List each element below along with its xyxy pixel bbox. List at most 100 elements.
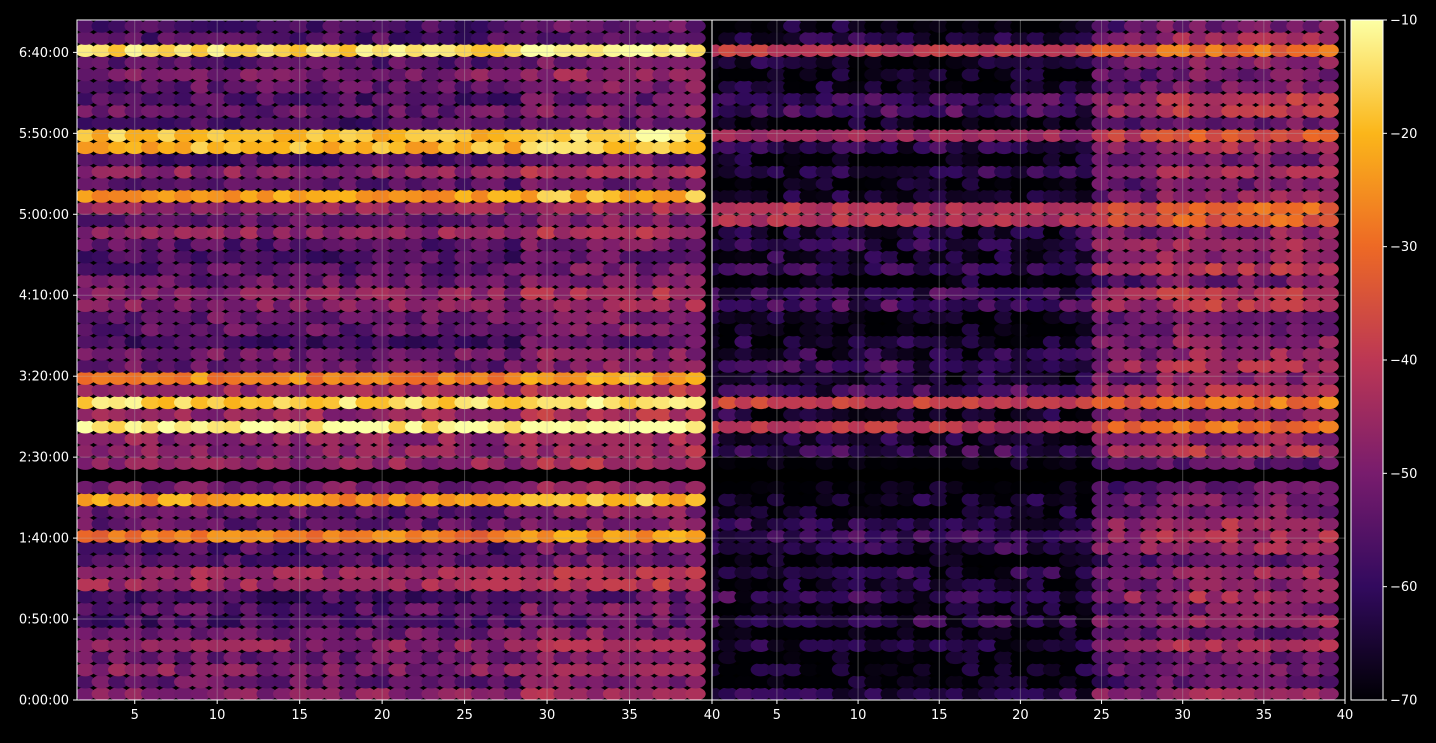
heatmap-cell (685, 201, 706, 215)
heatmap-cell (1318, 529, 1339, 543)
heatmap-cell (1318, 553, 1339, 568)
heatmap-cell (1318, 420, 1339, 434)
heatmap-cell (685, 177, 706, 191)
heatmap-cell (685, 395, 706, 410)
heatmap-cell (1318, 395, 1339, 410)
heatmap-cell (1318, 31, 1339, 45)
x-tick-label: 30 (1174, 708, 1191, 723)
left-heatmap-panel (77, 20, 706, 700)
heatmap-cell (685, 237, 706, 252)
x-tick-label: 15 (931, 708, 948, 723)
heatmap-cell (1318, 456, 1339, 470)
heatmap-cell (685, 565, 706, 580)
heatmap-cell (1318, 650, 1339, 665)
heatmap-cell (685, 626, 706, 640)
heatmap-cell (685, 590, 706, 604)
heatmap-cell (1318, 347, 1339, 361)
y-tick-label: 5:00:00 (19, 208, 69, 223)
heatmap-cell (1318, 128, 1339, 143)
heatmap-cell (1318, 492, 1339, 507)
heatmap-cell (685, 165, 706, 179)
heatmap-cell (685, 420, 706, 434)
heatmap-cell (685, 541, 706, 555)
x-tick-label: 25 (1093, 708, 1110, 723)
heatmap-cell (685, 577, 706, 592)
colorbar-tick-label: −70 (1390, 694, 1417, 709)
heatmap-cell (685, 20, 706, 33)
heatmap-cell (1318, 444, 1339, 458)
colorbar-gradient (1350, 19, 1384, 701)
heatmap-cell (1318, 383, 1339, 398)
x-tick-label: 10 (850, 708, 867, 723)
heatmap-cell (1318, 189, 1339, 203)
heatmap-cell (685, 80, 706, 94)
heatmap-cell (1318, 614, 1339, 628)
heatmap-cell (1318, 322, 1339, 337)
heatmap-cell (1318, 104, 1339, 118)
heatmap-cell (685, 152, 706, 167)
colorbar-tick-label: −30 (1390, 240, 1417, 255)
colorbar-tick-label: −40 (1390, 354, 1417, 369)
heatmap-cell (685, 638, 706, 653)
heatmap-cell (685, 92, 706, 106)
heatmap-cell (1318, 517, 1339, 531)
heatmap-cell (685, 250, 706, 264)
heatmap-cell (1318, 177, 1339, 191)
x-tick-label: 35 (1256, 708, 1273, 723)
heatmap-cell (1318, 80, 1339, 94)
heatmap-cell (685, 444, 706, 458)
y-tick-label: 2:30:00 (19, 451, 69, 466)
heatmap-cell (1318, 201, 1339, 215)
x-tick-label: 15 (291, 708, 308, 723)
x-tick-label: 30 (539, 708, 556, 723)
heatmap-cell (685, 383, 706, 398)
heatmap-cell (685, 322, 706, 337)
heatmap-cell (1318, 213, 1339, 228)
heatmap-cell (685, 335, 706, 349)
heatmap-cell (1318, 225, 1339, 240)
heatmap-cell (1318, 687, 1339, 700)
heatmap-cell (685, 517, 706, 531)
heatmap-cell (1318, 286, 1339, 300)
heatmap-cell (685, 662, 706, 677)
x-tick-label: 35 (621, 708, 638, 723)
heatmap-cell (685, 55, 706, 70)
heatmap-cell (1318, 67, 1339, 82)
y-tick-label: 0:00:00 (19, 694, 69, 709)
heatmap-cell (685, 128, 706, 143)
heatmap-cell (1318, 298, 1339, 313)
heatmap-cell (1318, 480, 1339, 495)
y-tick-label: 0:50:00 (19, 613, 69, 628)
heatmap-cell (1318, 565, 1339, 580)
heatmap-cell (1318, 20, 1339, 33)
x-tick-label: 5 (131, 708, 139, 723)
heatmap-cell (685, 262, 706, 276)
heatmap-cell (685, 225, 706, 240)
heatmap-cell (685, 432, 706, 446)
heatmap-cell (1318, 237, 1339, 252)
x-tick-label: 40 (1337, 708, 1354, 723)
heatmap-cell (685, 492, 706, 507)
heatmap-cell (1318, 165, 1339, 179)
heatmap-cell (1318, 407, 1339, 422)
heatmap-cell (685, 31, 706, 45)
heatmap-cell (685, 456, 706, 470)
heatmap-cell (685, 104, 706, 118)
heatmap-cell (1318, 152, 1339, 167)
x-tick-label: 20 (1012, 708, 1029, 723)
heatmap-cell (685, 602, 706, 616)
heatmap-cell (685, 310, 706, 325)
heatmap-cell (685, 67, 706, 82)
heatmap-cell (685, 650, 706, 665)
heatmap-cell (1318, 371, 1339, 385)
y-tick-label: 6:40:00 (19, 46, 69, 61)
y-tick-label: 3:20:00 (19, 370, 69, 385)
x-tick-label: 5 (773, 708, 781, 723)
heatmap-cell (1318, 310, 1339, 325)
heatmap-cell (685, 480, 706, 495)
heatmap-cell (1318, 602, 1339, 616)
heatmap-cell (685, 553, 706, 568)
heatmap-cell (1318, 335, 1339, 349)
heatmap-cell (1318, 638, 1339, 653)
heatmap-cell (1318, 262, 1339, 276)
